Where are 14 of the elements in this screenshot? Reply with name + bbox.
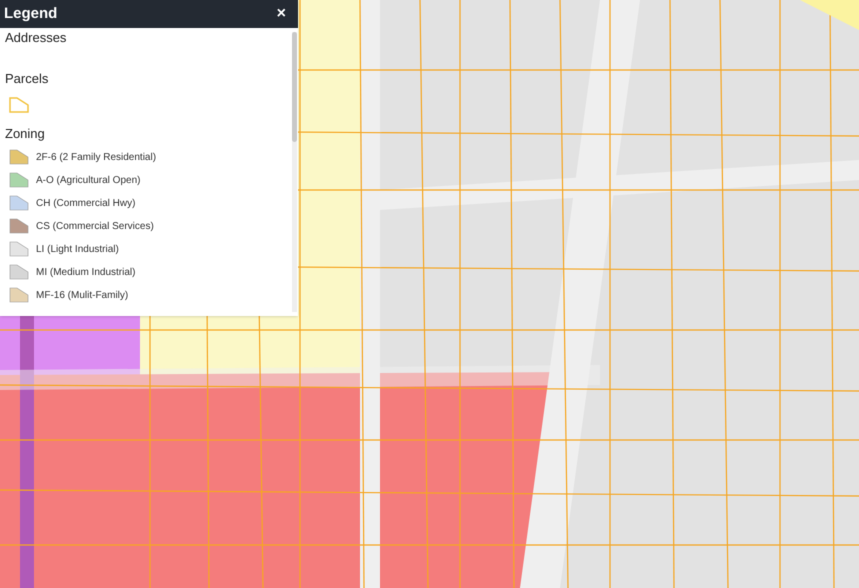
zone-label: MF-16 (Mulit-Family) (36, 288, 128, 302)
scrollbar-thumb[interactable] (292, 32, 297, 142)
section-heading: Zoning (5, 126, 46, 142)
zone-label: CH (Commercial Hwy) (36, 196, 136, 210)
zone-label: MI (Medium Industrial) (36, 266, 136, 280)
zone-label: LI (Light Industrial) (36, 242, 119, 256)
section-heading: Parcels (5, 71, 50, 87)
zone-label: A-O (Agricultural Open) (36, 174, 140, 188)
zone-label: CS (Commercial Services) (36, 220, 154, 234)
zone-label: 2F-6 (2 Family Residential) (36, 150, 156, 164)
close-button[interactable]: × (268, 2, 294, 26)
section-heading: Addresses (5, 30, 68, 46)
legend-title: Legend (4, 4, 58, 24)
scrollbar[interactable] (292, 32, 297, 312)
